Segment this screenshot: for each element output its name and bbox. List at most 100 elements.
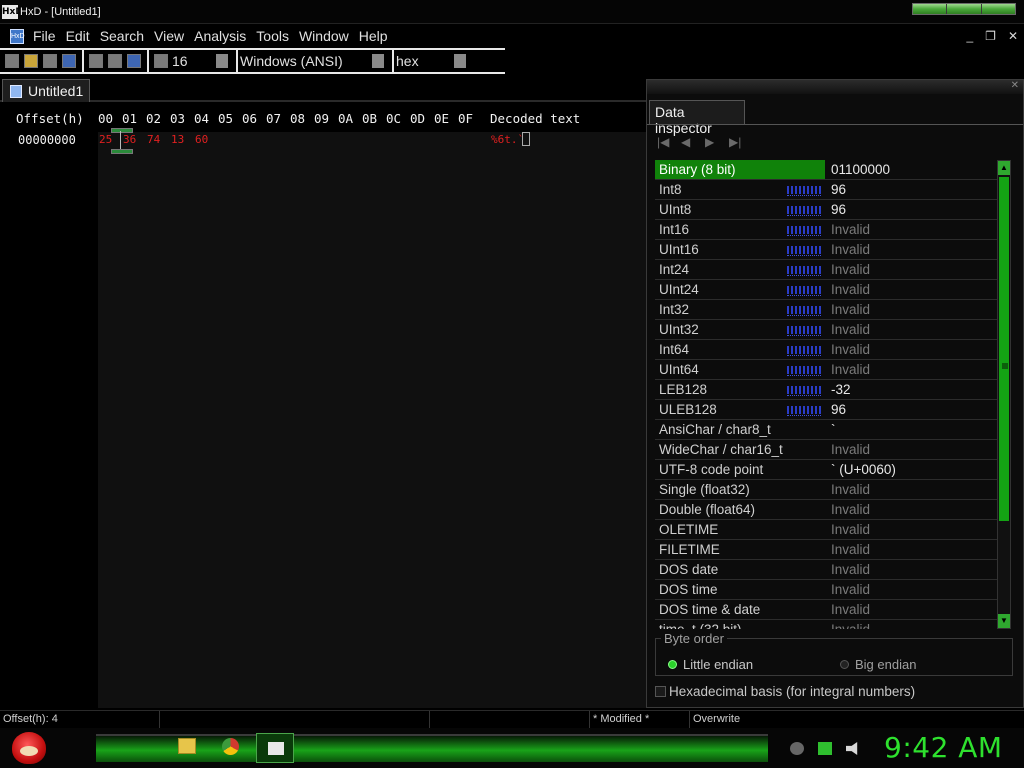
file-explorer-icon[interactable] xyxy=(178,738,196,754)
chevron-down-icon[interactable] xyxy=(216,54,228,68)
goto-link[interactable] xyxy=(787,184,821,196)
goto-link[interactable] xyxy=(787,404,821,416)
open-ram-icon[interactable] xyxy=(108,54,122,68)
row-value[interactable]: ` xyxy=(827,420,997,439)
bytes-per-row-select[interactable]: 16 xyxy=(172,51,230,71)
row-value[interactable]: Invalid xyxy=(827,340,997,359)
menu-search[interactable]: Search xyxy=(95,28,149,44)
new-file-icon[interactable] xyxy=(5,54,19,68)
hex-data-pane[interactable] xyxy=(98,132,646,708)
inspector-row-uint64[interactable]: UInt64 Invalid xyxy=(655,360,997,380)
mdi-close-button[interactable]: ✕ xyxy=(1008,29,1018,43)
row-value[interactable]: Invalid xyxy=(827,500,997,519)
hex-byte[interactable]: 13 xyxy=(171,133,184,146)
chevron-down-icon[interactable] xyxy=(454,54,466,68)
row-value[interactable]: ` (U+0060) xyxy=(827,460,997,479)
inspector-row-uint16[interactable]: UInt16 Invalid xyxy=(655,240,997,260)
row-value[interactable]: Invalid xyxy=(827,320,997,339)
goto-link[interactable] xyxy=(787,384,821,396)
hex-basis-checkbox[interactable]: Hexadecimal basis (for integral numbers) xyxy=(655,684,915,699)
decoded-text[interactable]: %6t.` xyxy=(491,133,524,146)
panel-title-bar[interactable]: ✕ xyxy=(647,80,1023,94)
inspector-row-utf8[interactable]: UTF-8 code point ` (U+0060) xyxy=(655,460,997,480)
row-value[interactable]: Invalid xyxy=(827,560,997,579)
document-tab-untitled1[interactable]: Untitled1 xyxy=(2,79,90,102)
status-mode[interactable]: Overwrite xyxy=(690,711,1024,728)
refresh-icon[interactable] xyxy=(127,54,141,68)
title-bar[interactable]: HxD HxD - [Untitled1] xyxy=(0,0,1024,24)
inspector-row-uint32[interactable]: UInt32 Invalid xyxy=(655,320,997,340)
inspector-grid[interactable]: Binary (8 bit) 01100000 Int8 96 UInt8 96… xyxy=(655,160,997,629)
inspector-row-widechar[interactable]: WideChar / char16_t Invalid xyxy=(655,440,997,460)
row-value[interactable]: 96 xyxy=(827,400,997,419)
goto-link[interactable] xyxy=(787,324,821,336)
menu-file[interactable]: File xyxy=(28,28,61,44)
start-button-angry-bird-icon[interactable] xyxy=(12,732,46,764)
inspector-row-time-t[interactable]: time_t (32 bit) Invalid xyxy=(655,620,997,629)
go-next-icon[interactable]: ▶ xyxy=(705,135,719,149)
scroll-thumb[interactable] xyxy=(999,177,1009,521)
inspector-row-dos-date[interactable]: DOS date Invalid xyxy=(655,560,997,580)
scroll-up-icon[interactable]: ▲ xyxy=(998,161,1010,175)
menu-view[interactable]: View xyxy=(149,28,189,44)
scroll-down-icon[interactable]: ▼ xyxy=(998,614,1010,628)
inspector-row-int32[interactable]: Int32 Invalid xyxy=(655,300,997,320)
open-file-icon[interactable] xyxy=(24,54,38,68)
go-first-icon[interactable]: |◀ xyxy=(657,135,671,149)
row-value[interactable]: 01100000 xyxy=(827,160,997,179)
menu-analysis[interactable]: Analysis xyxy=(189,28,251,44)
menu-window[interactable]: Window xyxy=(294,28,354,44)
tab-data-inspector[interactable]: Data inspector xyxy=(649,100,745,136)
row-value[interactable]: Invalid xyxy=(827,480,997,499)
mdi-restore-button[interactable]: ❐ xyxy=(985,29,996,43)
menu-edit[interactable]: Edit xyxy=(61,28,95,44)
row-value[interactable]: 96 xyxy=(827,180,997,199)
hex-byte[interactable]: 74 xyxy=(147,133,160,146)
row-value[interactable]: Invalid xyxy=(827,520,997,539)
hex-editor[interactable]: Offset(h) 00 01 02 03 04 05 06 07 08 09 … xyxy=(0,104,646,708)
go-last-icon[interactable]: ▶| xyxy=(729,135,743,149)
maximize-button[interactable] xyxy=(947,4,982,14)
goto-link[interactable] xyxy=(787,304,821,316)
goto-link[interactable] xyxy=(787,224,821,236)
close-button[interactable] xyxy=(981,4,1015,14)
inspector-row-uleb128[interactable]: ULEB128 96 xyxy=(655,400,997,420)
hxd-taskbar-button[interactable] xyxy=(256,733,294,763)
inspector-scrollbar[interactable]: ▲ ▼ xyxy=(997,160,1011,629)
inspector-row-dos-time[interactable]: DOS time Invalid xyxy=(655,580,997,600)
volume-icon[interactable] xyxy=(846,742,858,755)
go-previous-icon[interactable]: ◀ xyxy=(681,135,695,149)
menu-tools[interactable]: Tools xyxy=(251,28,294,44)
inspector-row-uint24[interactable]: UInt24 Invalid xyxy=(655,280,997,300)
row-value[interactable]: Invalid xyxy=(827,240,997,259)
goto-link[interactable] xyxy=(787,344,821,356)
save-icon[interactable] xyxy=(62,54,76,68)
row-value[interactable]: Invalid xyxy=(827,580,997,599)
row-value[interactable]: Invalid xyxy=(827,360,997,379)
row-value[interactable]: Invalid xyxy=(827,300,997,319)
little-endian-radio[interactable]: Little endian xyxy=(668,657,753,672)
hxd-app-icon[interactable]: HxD xyxy=(2,4,23,19)
row-value[interactable]: Invalid xyxy=(827,280,997,299)
hex-byte[interactable]: 60 xyxy=(195,133,208,146)
network-icon[interactable] xyxy=(818,742,832,755)
checkbox-icon[interactable] xyxy=(655,686,666,697)
inspector-row-leb128[interactable]: LEB128 -32 xyxy=(655,380,997,400)
inspector-row-uint8[interactable]: UInt8 96 xyxy=(655,200,997,220)
hex-row[interactable]: 00000000 25 36 74 13 60 %6t.` xyxy=(0,132,646,148)
goto-link[interactable] xyxy=(787,364,821,376)
charset-select[interactable]: Windows (ANSI) xyxy=(240,51,386,71)
row-value[interactable]: Invalid xyxy=(827,220,997,239)
close-icon[interactable]: ✕ xyxy=(1011,80,1019,91)
inspector-row-int16[interactable]: Int16 Invalid xyxy=(655,220,997,240)
inspector-row-double[interactable]: Double (float64) Invalid xyxy=(655,500,997,520)
inspector-row-oletime[interactable]: OLETIME Invalid xyxy=(655,520,997,540)
goto-link[interactable] xyxy=(787,284,821,296)
tray-arrow-icon[interactable] xyxy=(790,742,804,755)
row-value[interactable]: Invalid xyxy=(827,440,997,459)
chevron-down-icon[interactable] xyxy=(372,54,384,68)
row-value[interactable]: 96 xyxy=(827,200,997,219)
row-value[interactable]: Invalid xyxy=(827,540,997,559)
taskbar-clock[interactable]: 9:42 AM xyxy=(884,731,1003,764)
big-endian-radio[interactable]: Big endian xyxy=(840,657,916,672)
